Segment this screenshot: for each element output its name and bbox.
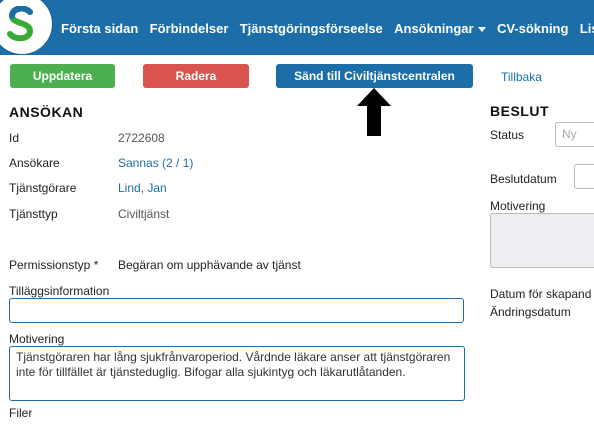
status-label: Status — [490, 128, 525, 142]
files-label: Filer — [9, 406, 33, 420]
back-link[interactable]: Tillbaka — [501, 70, 542, 84]
nav-menu: Första sidan Förbindelser Tjänstgöringsf… — [61, 21, 594, 36]
service-type-value: Civiltjänst — [118, 207, 170, 221]
permission-type-label: Permissionstyp * — [9, 258, 99, 272]
motivation-textarea[interactable]: Tjänstgöraren har lång sjukfrånvaroperio… — [9, 346, 465, 401]
update-button[interactable]: Uppdatera — [10, 64, 115, 88]
applicant-link[interactable]: Sannas (2 / 1) — [118, 156, 193, 170]
delete-button[interactable]: Radera — [143, 64, 249, 88]
permission-type-value[interactable]: Begäran om upphävande av tjänst — [118, 258, 301, 272]
modified-date-label: Ändringsdatum — [490, 305, 571, 319]
caret-down-icon — [477, 27, 486, 33]
nav-item-connections[interactable]: Förbindelser — [150, 21, 229, 36]
nav-item-home[interactable]: Första sidan — [61, 21, 138, 36]
applicant-label: Ansökare — [9, 156, 60, 170]
created-date-label: Datum för skapand — [490, 287, 592, 301]
application-heading: ANSÖKAN — [9, 104, 84, 120]
arrow-up-icon — [357, 88, 391, 136]
decision-motivation-textarea[interactable] — [490, 213, 594, 268]
id-label: Id — [9, 131, 20, 145]
logo[interactable] — [0, 0, 52, 54]
decision-motivation-label: Motivering — [490, 199, 546, 213]
additional-info-input[interactable] — [9, 298, 464, 323]
nav-item-lists[interactable]: Listm — [580, 21, 594, 36]
motivation-label: Motivering — [9, 332, 65, 346]
nav-item-cv-search[interactable]: CV-sökning — [497, 21, 569, 36]
send-to-center-button[interactable]: Sänd till Civiltjänstcentralen — [276, 64, 473, 88]
nav-item-applications[interactable]: Ansökningar — [394, 21, 486, 36]
servant-label: Tjänstgörare — [9, 181, 77, 195]
nav-item-offenses[interactable]: Tjänstgöringsförseelse — [240, 21, 383, 36]
decision-date-label: Beslutdatum — [490, 172, 557, 186]
additional-info-label: Tilläggsinformation — [9, 284, 110, 298]
status-select[interactable]: Ny — [555, 122, 594, 147]
decision-date-input[interactable] — [574, 164, 594, 189]
service-type-label: Tjänsttyp — [9, 207, 58, 221]
nav-item-applications-label: Ansökningar — [394, 21, 474, 36]
id-value: 2722608 — [118, 131, 165, 145]
servant-link[interactable]: Lind, Jan — [118, 181, 167, 195]
logo-s-icon — [7, 6, 34, 42]
decision-heading: BESLUT — [490, 103, 549, 119]
top-nav: Första sidan Förbindelser Tjänstgöringsf… — [0, 0, 594, 55]
